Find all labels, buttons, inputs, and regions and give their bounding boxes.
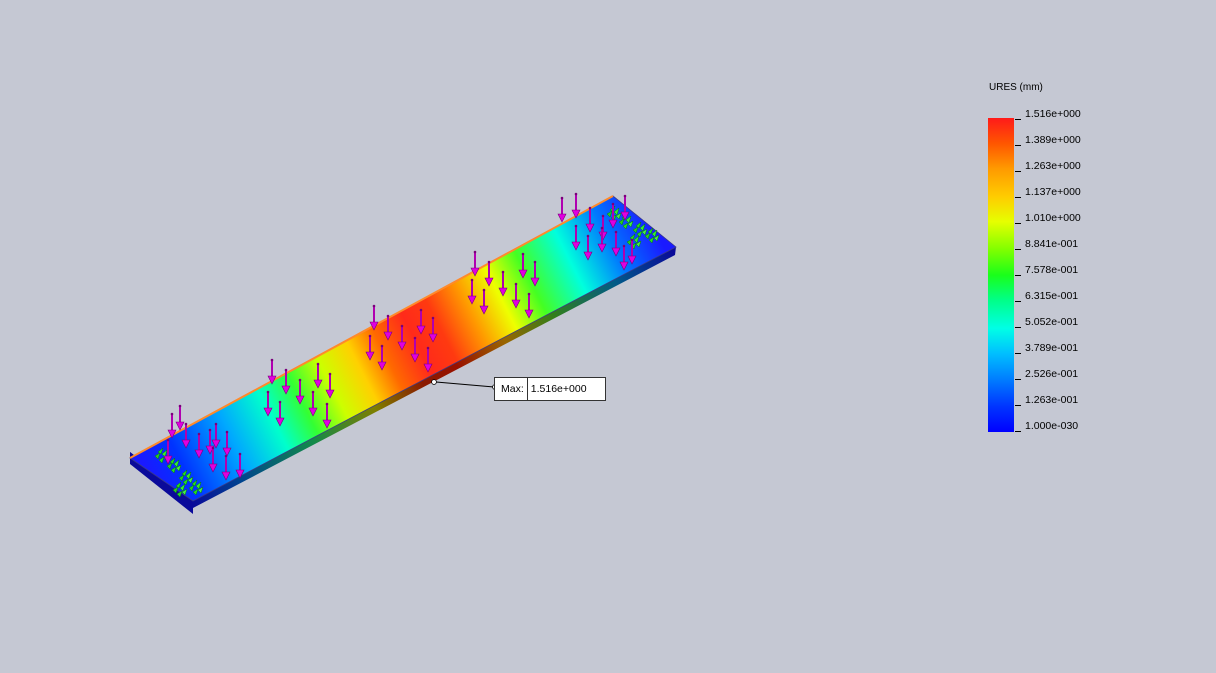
legend-tick (1015, 249, 1021, 250)
legend-tick (1015, 145, 1021, 146)
probe-value: 1.516e+000 (530, 383, 587, 395)
legend-tick-label: 1.137e+000 (1025, 186, 1081, 198)
legend-tick (1015, 171, 1021, 172)
legend-title: URES (mm) (989, 82, 1043, 93)
legend-tick-label: 7.578e-001 (1025, 264, 1079, 276)
legend-tick-label: 1.263e-001 (1025, 394, 1079, 406)
legend-tick (1015, 353, 1021, 354)
legend-tick (1015, 119, 1021, 120)
legend-tick (1015, 275, 1021, 276)
beam-back-edge (129, 195, 614, 459)
color-legend[interactable]: URES (mm) 1.516e+000 1.389e+000 1.263e+0… (988, 82, 1108, 442)
legend-tick-label: 6.315e-001 (1025, 290, 1079, 302)
legend-color-bar (988, 118, 1014, 432)
legend-tick-label: 8.841e-001 (1025, 238, 1079, 250)
legend-tick-label: 1.263e+000 (1025, 160, 1081, 172)
legend-tick-label: 1.516e+000 (1025, 108, 1081, 120)
legend-tick (1015, 379, 1021, 380)
legend-tick (1015, 431, 1021, 432)
legend-tick-label: 1.389e+000 (1025, 134, 1081, 146)
legend-tick (1015, 223, 1021, 224)
max-probe-callout[interactable]: Max: 1.516e+000 (494, 377, 606, 401)
legend-tick (1015, 301, 1021, 302)
legend-tick-label: 3.789e-001 (1025, 342, 1079, 354)
legend-tick-label: 1.000e-030 (1025, 420, 1079, 432)
legend-tick (1015, 327, 1021, 328)
legend-tick-label: 2.526e-001 (1025, 368, 1079, 380)
legend-tick-label: 1.010e+000 (1025, 212, 1081, 224)
legend-tick (1015, 405, 1021, 406)
probe-label: Max: (495, 378, 528, 400)
legend-tick (1015, 197, 1021, 198)
probe-leader (431, 379, 498, 390)
legend-tick-label: 5.052e-001 (1025, 316, 1079, 328)
